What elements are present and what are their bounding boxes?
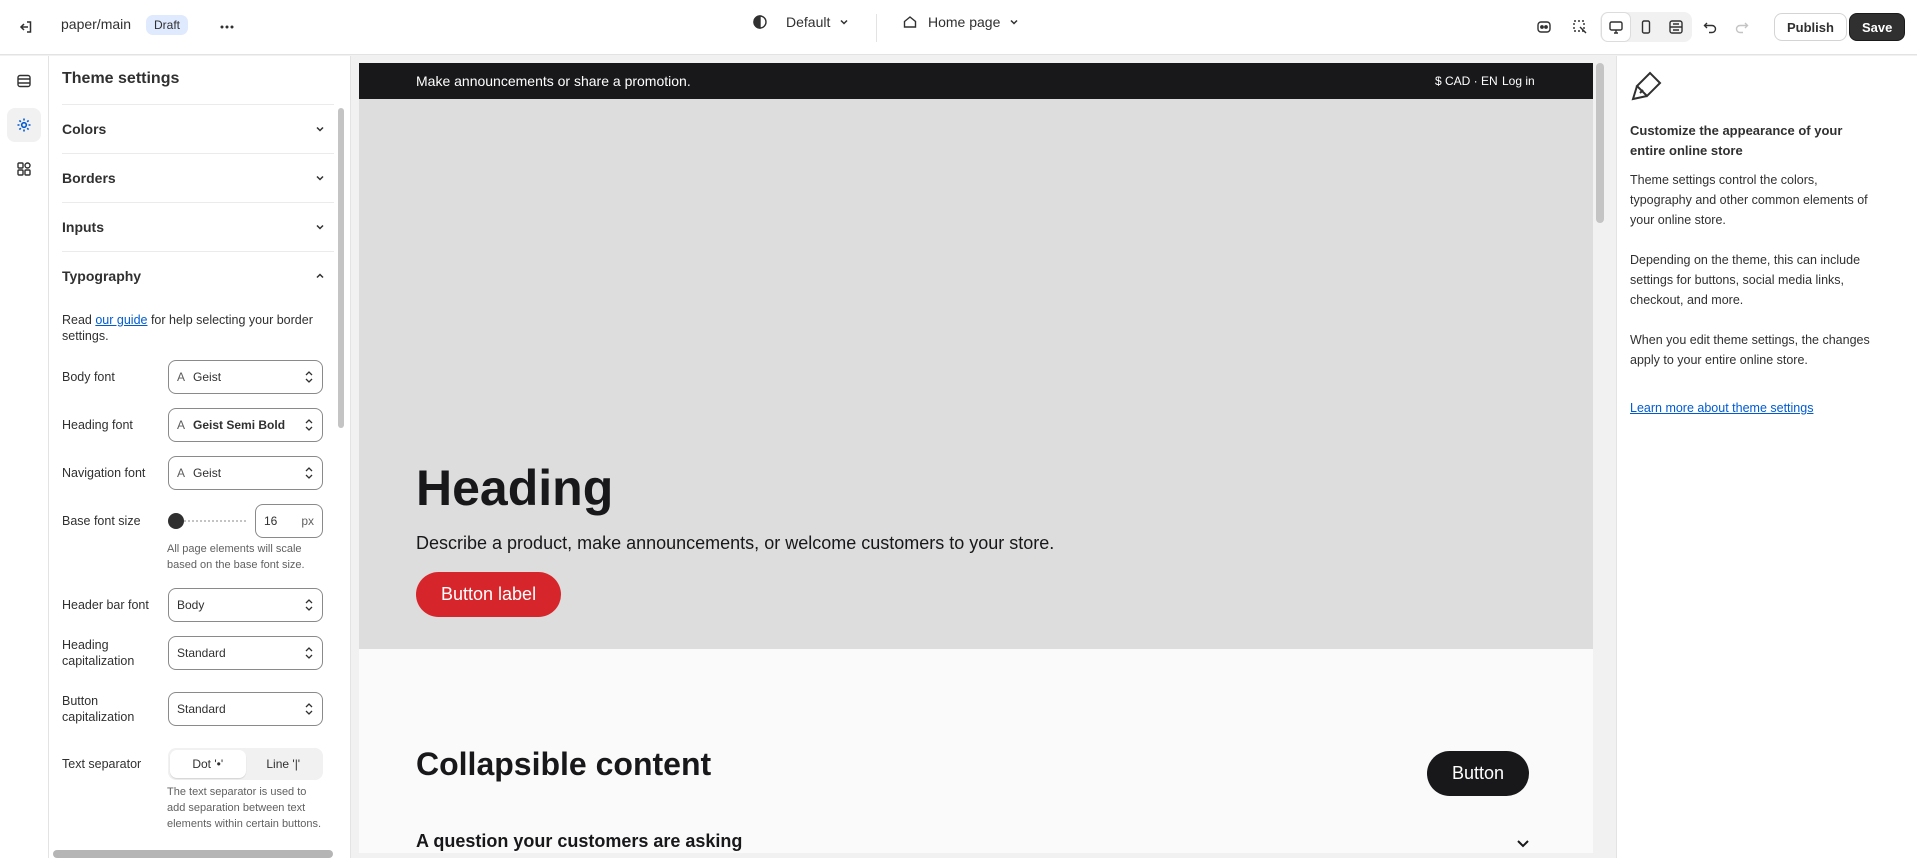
collapsible-button[interactable]: Button <box>1427 751 1530 796</box>
chevron-down-icon <box>316 175 324 181</box>
collapsible-section: Collapsible content Button A question yo… <box>359 649 1593 853</box>
currency-language-selector[interactable]: $ CAD · EN <box>1435 74 1498 88</box>
select-arrows-icon <box>305 647 313 659</box>
exit-icon[interactable] <box>12 13 40 41</box>
select-icon[interactable] <box>1566 13 1594 41</box>
status-badge: Draft <box>146 15 189 35</box>
font-icon: A <box>177 418 186 432</box>
paintbrush-icon <box>1630 69 1664 103</box>
font-size-help: All page elements will scale based on th… <box>167 543 305 571</box>
page-selector[interactable]: Home page <box>902 14 1020 30</box>
sidebar-scrollbar[interactable] <box>338 108 344 428</box>
select-arrows-icon <box>305 467 313 479</box>
desktop-icon[interactable] <box>1602 13 1630 41</box>
right-panel-para2: Depending on the theme, this can include… <box>1630 253 1861 307</box>
sections-icon[interactable] <box>7 64 41 98</box>
undo-icon[interactable] <box>1696 13 1724 41</box>
chevron-up-icon <box>316 272 324 278</box>
right-panel-heading: Customize the appearance of your entire … <box>1630 123 1843 158</box>
select-arrows-icon <box>305 703 313 715</box>
collapsible-title: Collapsible content <box>416 746 712 782</box>
header-bar-font-select[interactable]: Body <box>168 588 323 622</box>
typography-intro: Read our guide for help selecting your b… <box>62 313 313 343</box>
chevron-down-icon <box>1008 16 1020 28</box>
publish-button[interactable]: Publish <box>1774 13 1847 41</box>
apps-icon[interactable] <box>7 152 41 186</box>
select-arrows-icon <box>305 419 313 431</box>
slider-handle[interactable] <box>168 513 184 529</box>
inspector-icon[interactable] <box>1530 13 1558 41</box>
store-preview: Make announcements or share a promotion.… <box>359 63 1593 853</box>
more-icon[interactable] <box>213 13 241 41</box>
separator-option-dot[interactable]: Dot '•' <box>170 750 246 778</box>
body-font-row: Body font A Geist <box>62 360 327 394</box>
hero-text: Describe a product, make announcements, … <box>416 533 1055 553</box>
settings-gear-icon[interactable] <box>7 108 41 142</box>
sidebar-horizontal-scrollbar[interactable] <box>53 850 333 858</box>
learn-more-link[interactable]: Learn more about theme settings <box>1630 398 1880 418</box>
accordion-typography[interactable]: Typography <box>62 251 334 299</box>
font-size-slider[interactable] <box>168 504 248 538</box>
chevron-down-icon <box>316 224 324 230</box>
right-info-panel: Customize the appearance of your entire … <box>1616 56 1917 858</box>
save-button[interactable]: Save <box>1849 13 1906 41</box>
header-bar-font-row: Header bar font Body <box>62 588 327 622</box>
accordion-borders[interactable]: Borders <box>62 153 334 201</box>
heading-capitalization-select[interactable]: Standard <box>168 636 323 670</box>
announcement-text: Make announcements or share a promotion. <box>416 73 691 89</box>
heading-font-picker[interactable]: A Geist Semi Bold <box>168 408 323 442</box>
hero-section: Heading Describe a product, make announc… <box>359 99 1593 649</box>
chevron-down-icon <box>1517 840 1529 848</box>
preview-scrollbar[interactable] <box>1596 63 1604 223</box>
base-font-size-row: Base font size 16 px <box>62 504 327 538</box>
hero-button[interactable]: Button label <box>416 572 562 617</box>
heading-font-row: Heading font A Geist Semi Bold <box>62 408 327 442</box>
right-panel-para3: When you edit theme settings, the change… <box>1630 333 1870 367</box>
theme-settings-sidebar: Theme settings Colors Borders Inputs Typ… <box>49 56 351 858</box>
chevron-down-icon <box>838 16 850 28</box>
redo-icon[interactable] <box>1728 13 1756 41</box>
separator-option-line[interactable]: Line '|' <box>246 750 322 778</box>
body-font-picker[interactable]: A Geist <box>168 360 323 394</box>
text-separator-toggle: Dot '•' Line '|' <box>168 748 323 780</box>
login-link[interactable]: Log in <box>1502 74 1535 88</box>
font-size-input[interactable]: 16 px <box>255 504 323 538</box>
guide-link[interactable]: our guide <box>95 313 147 327</box>
accordion-inputs[interactable]: Inputs <box>62 202 334 250</box>
accordion-colors[interactable]: Colors <box>62 104 334 152</box>
mobile-icon[interactable] <box>1632 13 1660 41</box>
announcement-bar: Make announcements or share a promotion.… <box>359 63 1593 99</box>
navigation-font-row: Navigation font A Geist <box>62 456 327 490</box>
text-separator-row: Text separator Dot '•' Line '|' <box>62 748 327 780</box>
theme-selector[interactable]: Default <box>752 14 850 30</box>
select-arrows-icon <box>305 371 313 383</box>
right-panel-para1: Theme settings control the colors, typog… <box>1630 173 1868 227</box>
select-arrows-icon <box>305 599 313 611</box>
sidebar-title: Theme settings <box>62 70 180 87</box>
fullwidth-icon[interactable] <box>1662 13 1690 41</box>
heading-capitalization-row: Heading capitalization Standard <box>62 636 327 670</box>
faq-question[interactable]: A question your customers are asking <box>416 831 742 852</box>
repo-name: paper/main <box>61 16 132 32</box>
divider <box>876 14 877 42</box>
text-separator-help: The text separator is used to add separa… <box>167 786 322 830</box>
left-rail <box>0 56 49 858</box>
button-capitalization-select[interactable]: Standard <box>168 692 323 726</box>
hero-heading: Heading <box>416 460 614 516</box>
chevron-down-icon <box>316 126 324 132</box>
navigation-font-picker[interactable]: A Geist <box>168 456 323 490</box>
theme-icon <box>752 14 768 30</box>
top-bar: paper/main Draft Default Home page Publi… <box>0 0 1917 55</box>
button-capitalization-row: Button capitalization Standard <box>62 692 327 726</box>
home-icon <box>902 14 918 30</box>
font-icon: A <box>177 466 186 480</box>
font-icon: A <box>177 370 186 384</box>
